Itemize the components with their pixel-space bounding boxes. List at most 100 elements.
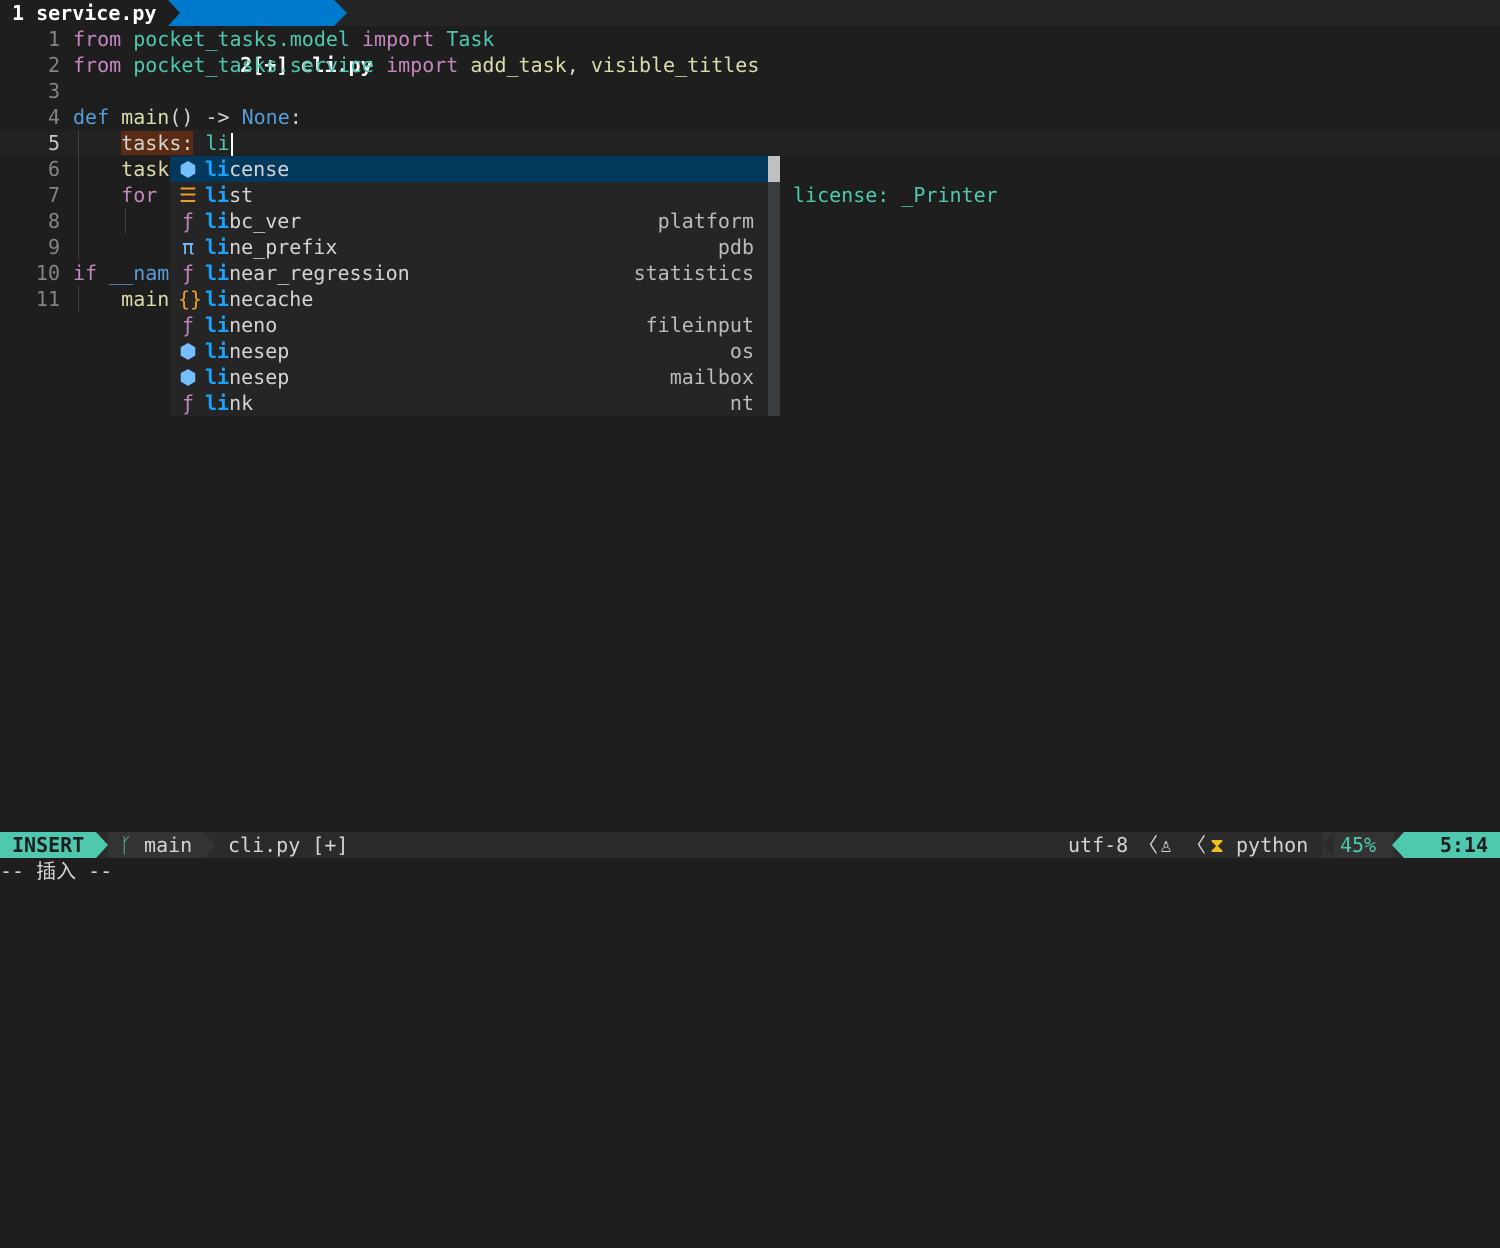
completion-item[interactable]: ⬢ linesep mailbox xyxy=(170,364,768,390)
indent-guide xyxy=(125,208,126,234)
tab-service-py[interactable]: 1 service.py xyxy=(0,0,168,26)
completion-match: li xyxy=(205,313,230,337)
line-number: 4 xyxy=(47,105,60,129)
completion-source: os xyxy=(729,339,754,363)
percent-separator xyxy=(1322,832,1334,858)
line-number: 5 xyxy=(47,131,60,155)
code-line[interactable]: 5 tasks: li xyxy=(0,130,1500,157)
completion-scrollbar[interactable] xyxy=(768,156,780,416)
completion-source: platform xyxy=(657,209,754,233)
constant-icon: π xyxy=(181,235,195,259)
code-line[interactable]: 2 from pocket_tasks.service import add_ta… xyxy=(0,52,1500,78)
code-text: from pocket_tasks.model import Task xyxy=(73,26,494,52)
completion-source: mailbox xyxy=(669,365,754,389)
completion-rest: near_regression xyxy=(229,261,410,285)
completion-item[interactable]: ƒ lineno fileinput xyxy=(170,312,768,338)
git-branch-name: main xyxy=(144,833,193,857)
command-line[interactable]: -- 插入 -- xyxy=(0,858,1500,885)
code-token: from xyxy=(73,27,122,51)
completion-label: license xyxy=(205,156,289,182)
completion-rest: ne_prefix xyxy=(229,235,338,259)
code-token: tasks: xyxy=(121,131,194,155)
code-token: main xyxy=(121,105,170,129)
completion-label: list xyxy=(205,182,253,208)
code-token: li xyxy=(205,131,230,155)
position-separator xyxy=(1392,832,1404,858)
completion-item[interactable]: ☰ list xyxy=(170,182,768,208)
code-token: : xyxy=(289,105,302,129)
code-token: if xyxy=(73,261,98,285)
completion-item[interactable]: ⬢ license xyxy=(170,156,768,182)
completion-label: linesep xyxy=(205,364,289,390)
class-icon: ☰ xyxy=(179,183,197,207)
code-line[interactable]: 4 def main() -> None: xyxy=(0,104,1500,130)
completion-item[interactable]: {} linecache xyxy=(170,286,768,312)
cursor-position: 5:14 xyxy=(1404,832,1500,858)
mode-separator xyxy=(96,832,108,858)
completion-match: li xyxy=(205,235,230,259)
tab-separator xyxy=(168,0,180,26)
completion-source: statistics xyxy=(633,261,754,285)
line-number: 10 xyxy=(35,261,60,285)
completion-menu[interactable]: ⬢ license ☰ list ƒ libc_ver platform π line_pref… xyxy=(170,156,770,416)
line-number: 11 xyxy=(35,287,60,311)
code-token: () -> xyxy=(169,105,242,129)
completion-item[interactable]: ƒ linear_regression statistics xyxy=(170,260,768,286)
completion-scrollbar-thumb[interactable] xyxy=(768,156,780,182)
tab-cli-py[interactable]: 2[+] cli.py xyxy=(168,0,373,77)
code-line[interactable]: 3 xyxy=(0,78,1500,104)
indent-guide xyxy=(78,130,79,260)
completion-rest: nesep xyxy=(229,365,290,389)
completion-source: fileinput xyxy=(645,313,754,337)
code-token: None xyxy=(241,105,290,129)
module-icon: ⬢ xyxy=(179,365,197,389)
code-token: for xyxy=(121,183,158,207)
file-name: cli.py [+] xyxy=(228,833,349,857)
completion-match: li xyxy=(205,183,230,207)
module-icon: ⬢ xyxy=(179,339,197,363)
completion-item[interactable]: ƒ libc_ver platform xyxy=(170,208,768,234)
indent-guide xyxy=(78,286,79,312)
code-token: Task xyxy=(446,27,495,51)
code-token: __nam xyxy=(109,261,170,285)
completion-match: li xyxy=(205,287,230,311)
line-number: 7 xyxy=(47,183,60,207)
line-number: 2 xyxy=(47,53,60,77)
completion-match: li xyxy=(205,339,230,363)
code-token: task xyxy=(121,157,170,181)
completion-label: line_prefix xyxy=(205,234,337,260)
code-token: main xyxy=(121,287,170,311)
code-line[interactable]: 1 from pocket_tasks.model import Task xyxy=(0,26,1500,52)
completion-rest: st xyxy=(229,183,254,207)
code-token: from xyxy=(73,53,122,77)
git-branch: ᚴ main xyxy=(108,832,204,858)
completion-rest: cense xyxy=(229,157,290,181)
completion-item[interactable]: π line_prefix pdb xyxy=(170,234,768,260)
code-token: pocket_tasks.model xyxy=(133,27,350,51)
code-text: tasks: li xyxy=(73,130,233,157)
completion-rest: necache xyxy=(229,287,314,311)
completion-label: lineno xyxy=(205,312,277,338)
branch-separator xyxy=(204,832,216,858)
code-text: if __nam xyxy=(73,260,169,286)
completion-item[interactable]: ⬢ linesep os xyxy=(170,338,768,364)
completion-match: li xyxy=(205,261,230,285)
completion-source: nt xyxy=(729,391,754,415)
namespace-icon: {} xyxy=(178,287,203,311)
code-token: pocket_tasks.service xyxy=(133,53,375,77)
code-token: add_task xyxy=(470,53,567,77)
completion-label: linecache xyxy=(205,286,313,312)
file-type: python xyxy=(1236,833,1309,857)
code-token: visible_titles xyxy=(590,53,760,77)
completion-label: link xyxy=(205,390,253,416)
completion-item[interactable]: ƒ link nt xyxy=(170,390,768,416)
completion-label: libc_ver xyxy=(205,208,301,234)
function-icon: ƒ xyxy=(181,261,195,285)
completion-rest: nk xyxy=(229,391,254,415)
completion-match: li xyxy=(205,157,230,181)
